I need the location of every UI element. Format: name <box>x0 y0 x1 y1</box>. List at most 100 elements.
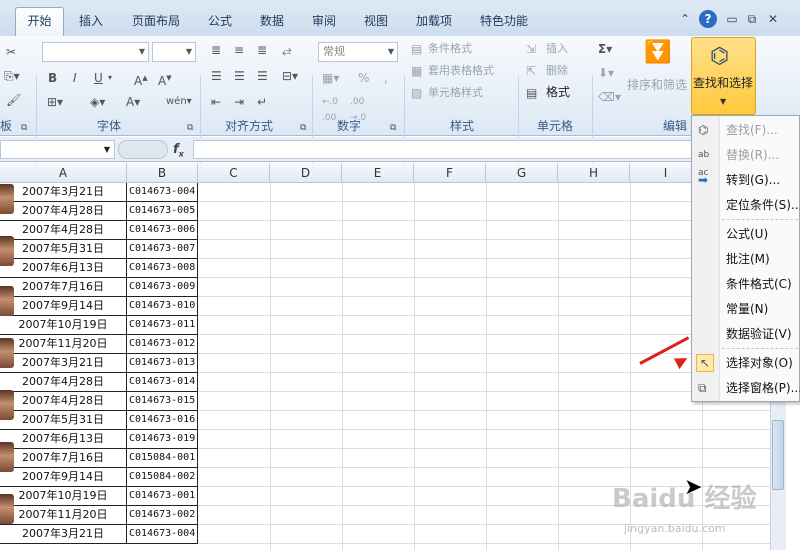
menu-item-select-objects[interactable]: ↖ 选择对象(O) <box>692 352 799 374</box>
close-icon[interactable]: ✕ <box>765 10 781 28</box>
scrollbar-thumb[interactable] <box>772 420 784 490</box>
merge-center-icon[interactable]: ⊟▾ <box>282 68 298 84</box>
align-center-icon[interactable]: ☰ <box>234 68 245 84</box>
clear-icon[interactable]: ⌫▾ <box>598 89 621 105</box>
photo-thumbnail[interactable] <box>0 286 14 316</box>
increase-indent-icon[interactable]: ⇥ <box>234 94 244 110</box>
cell-style-button[interactable]: 单元格样式 <box>428 84 483 102</box>
tab-insert[interactable]: 插入 <box>68 10 114 32</box>
align-left-icon[interactable]: ☰ <box>211 68 222 84</box>
alignment-launcher-icon[interactable]: ⧉ <box>300 120 306 136</box>
clipboard-launcher-icon[interactable]: ⧉ <box>21 120 27 136</box>
cell-style-icon[interactable]: ▨ <box>411 85 422 101</box>
code-cell[interactable]: C014673-008 <box>127 259 198 278</box>
delete-cells-icon[interactable]: ⇱ <box>526 63 536 79</box>
menu-item-constants[interactable]: 常量(N) <box>692 298 799 320</box>
date-cell[interactable]: 2007年11月20日 <box>0 506 127 525</box>
restore-icon[interactable]: ⧉ <box>744 10 760 28</box>
help-icon[interactable]: ? <box>699 10 717 28</box>
tab-home[interactable]: 开始 <box>15 7 64 36</box>
underline-button[interactable]: U <box>94 70 103 86</box>
sort-filter-icon[interactable]: ⏬ <box>644 40 671 66</box>
menu-item-selection-pane[interactable]: ⧉ 选择窗格(P)... <box>692 377 800 399</box>
copy-icon[interactable]: ⎘▾ <box>4 68 20 84</box>
code-cell[interactable]: C014673-004 <box>127 525 198 544</box>
tab-page-layout[interactable]: 页面布局 <box>122 10 190 32</box>
menu-item-goto-special[interactable]: 定位条件(S)... <box>692 194 800 216</box>
sort-filter-button[interactable]: 排序和筛选 <box>627 76 687 94</box>
date-cell[interactable]: 2007年9月14日 <box>0 468 127 487</box>
code-cell[interactable]: C014673-010 <box>127 297 198 316</box>
date-cell[interactable]: 2007年4月28日 <box>0 221 127 240</box>
align-bottom-icon[interactable]: ≣ <box>257 42 267 58</box>
conditional-format-button[interactable]: 条件格式 <box>428 40 472 58</box>
menu-item-replace[interactable]: ab ac 替换(R)... <box>692 144 799 178</box>
date-cell[interactable]: 2007年7月16日 <box>0 278 127 297</box>
date-cell[interactable]: 2007年3月21日 <box>0 354 127 373</box>
number-launcher-icon[interactable]: ⧉ <box>390 120 396 136</box>
column-header-h[interactable]: H <box>558 163 630 183</box>
table-format-icon[interactable]: ▦ <box>411 63 422 79</box>
font-name-combo[interactable]: ▼ <box>42 42 149 62</box>
date-cell[interactable]: 2007年11月20日 <box>0 335 127 354</box>
find-select-button[interactable]: ⌬ 查找和选择 ▼ <box>691 37 756 115</box>
tab-review[interactable]: 审阅 <box>302 10 346 32</box>
code-cell[interactable]: C014673-002 <box>127 506 198 525</box>
minimize-icon[interactable]: ▭ <box>724 10 740 28</box>
conditional-format-icon[interactable]: ▤ <box>411 41 422 57</box>
column-header-c[interactable]: C <box>198 163 270 183</box>
column-header-b[interactable]: B <box>127 163 198 183</box>
insert-cells-button[interactable]: 插入 <box>546 40 568 58</box>
italic-button[interactable]: I <box>73 70 77 86</box>
tab-features[interactable]: 特色功能 <box>470 10 538 32</box>
photo-thumbnail[interactable] <box>0 442 14 472</box>
date-cell[interactable]: 2007年6月13日 <box>0 430 127 449</box>
code-cell[interactable]: C015084-001 <box>127 449 198 468</box>
column-header-e[interactable]: E <box>342 163 414 183</box>
tab-formulas[interactable]: 公式 <box>198 10 242 32</box>
photo-thumbnail[interactable] <box>0 390 14 420</box>
date-cell[interactable]: 2007年9月14日 <box>0 297 127 316</box>
column-header-f[interactable]: F <box>414 163 486 183</box>
code-cell[interactable]: C014673-013 <box>127 354 198 373</box>
name-box[interactable]: ▼ <box>0 140 115 159</box>
grow-font-icon[interactable]: A▲ <box>134 70 148 89</box>
code-cell[interactable]: C014673-006 <box>127 221 198 240</box>
tab-data[interactable]: 数据 <box>250 10 294 32</box>
menu-item-formulas[interactable]: 公式(U) <box>692 223 799 245</box>
format-cells-button[interactable]: 格式 <box>546 83 570 101</box>
photo-thumbnail[interactable] <box>0 494 14 524</box>
autosum-icon[interactable]: Σ▾ <box>598 41 612 57</box>
code-cell[interactable]: C014673-007 <box>127 240 198 259</box>
photo-thumbnail[interactable] <box>0 338 14 368</box>
border-icon[interactable]: ⊞▾ <box>47 94 63 110</box>
code-cell[interactable]: C014673-005 <box>127 202 198 221</box>
date-cell[interactable]: 2007年3月21日 <box>0 183 127 202</box>
delete-cells-button[interactable]: 删除 <box>546 62 568 80</box>
photo-thumbnail[interactable] <box>0 236 14 266</box>
code-cell[interactable]: C014673-016 <box>127 411 198 430</box>
code-cell[interactable]: C015084-002 <box>127 468 198 487</box>
orientation-icon[interactable]: ⥄ <box>282 42 292 58</box>
date-cell[interactable]: 2007年5月31日 <box>0 411 127 430</box>
column-header-g[interactable]: G <box>486 163 558 183</box>
align-right-icon[interactable]: ☰ <box>257 68 268 84</box>
insert-cells-icon[interactable]: ⇲ <box>526 41 536 57</box>
date-cell[interactable]: 2007年4月28日 <box>0 202 127 221</box>
bold-button[interactable]: B <box>48 70 57 86</box>
tab-view[interactable]: 视图 <box>354 10 398 32</box>
table-format-button[interactable]: 套用表格格式 <box>428 62 494 80</box>
wrap-text-icon[interactable]: ↵ <box>257 94 267 110</box>
underline-dropdown-icon[interactable]: ▾ <box>108 70 112 86</box>
menu-item-comments[interactable]: 批注(M) <box>692 248 799 270</box>
date-cell[interactable]: 2007年10月19日 <box>0 487 127 506</box>
formula-expand-handle[interactable] <box>118 140 168 159</box>
percent-icon[interactable]: % <box>358 70 369 86</box>
date-cell[interactable]: 2007年10月19日 <box>0 316 127 335</box>
code-cell[interactable]: C014673-011 <box>127 316 198 335</box>
comma-style-icon[interactable]: , <box>384 70 388 86</box>
insert-function-icon[interactable]: fx <box>173 140 184 164</box>
code-cell[interactable]: C014673-019 <box>127 430 198 449</box>
menu-item-find[interactable]: ⌬ 查找(F)... <box>692 119 799 141</box>
tab-addins[interactable]: 加载项 <box>406 10 462 32</box>
